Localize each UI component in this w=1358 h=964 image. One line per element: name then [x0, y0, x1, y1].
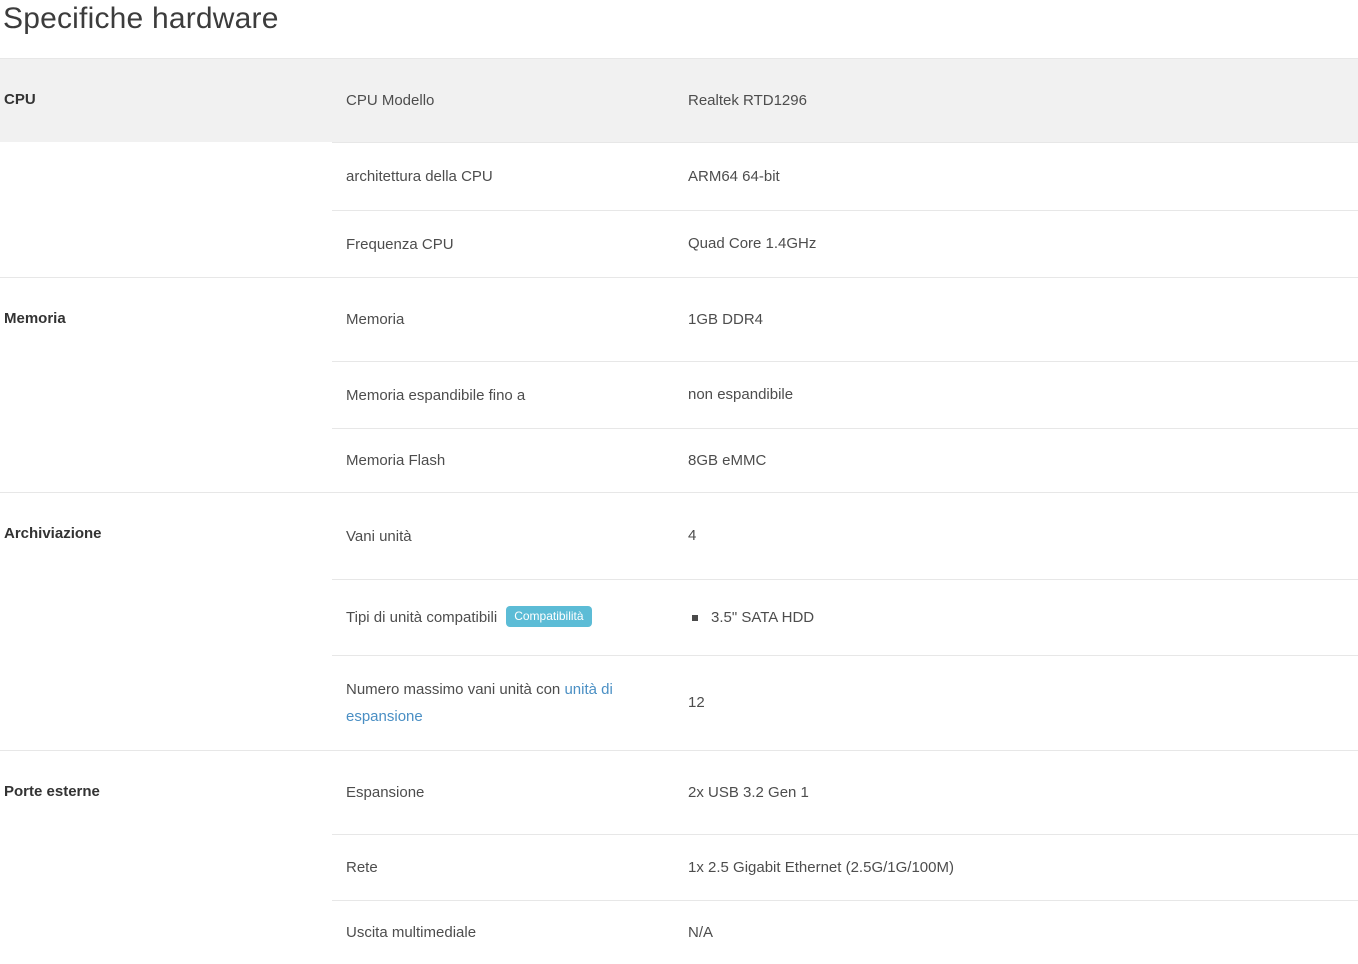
spec-row-compatible-drive-types: Tipi di unità compatibili Compatibilità 3…	[332, 579, 1358, 655]
section-memory: Memoria Memoria 1GB DDR4 Memoria espandi…	[0, 277, 1358, 492]
spec-value: Realtek RTD1296	[688, 80, 1358, 122]
spec-value: 2x USB 3.2 Gen 1	[688, 772, 1358, 814]
spec-value: 1x 2.5 Gigabit Ethernet (2.5G/1G/100M)	[688, 847, 1358, 889]
section-rows: Espansione 2x USB 3.2 Gen 1 Rete 1x 2.5 …	[332, 751, 1358, 964]
section-rows: Vani unità 4 Tipi di unità compatibili Co…	[332, 493, 1358, 750]
spec-row-memory-expandable: Memoria espandibile fino a non espandibi…	[332, 361, 1358, 428]
spec-value: non espandibile	[688, 374, 1358, 416]
spec-row-max-drive-bays-expansion: Numero massimo vani unità con unità di e…	[332, 655, 1358, 750]
spec-label: architettura della CPU	[332, 153, 688, 200]
spec-value: 3.5" SATA HDD	[688, 597, 1358, 639]
spec-row-multimedia-output: Uscita multimediale N/A	[332, 900, 1358, 964]
spec-label-text: Tipi di unità compatibili	[346, 609, 497, 626]
category-label-external-ports: Porte esterne	[0, 751, 332, 964]
hardware-spec-table: CPU CPU Modello Realtek RTD1296 architet…	[0, 58, 1358, 964]
spec-value: Quad Core 1.4GHz	[688, 223, 1358, 265]
spec-label: Uscita multimediale	[332, 909, 688, 956]
spec-row-expansion: Espansione 2x USB 3.2 Gen 1	[332, 751, 1358, 834]
spec-row-drive-bays: Vani unità 4	[332, 493, 1358, 579]
spec-value: N/A	[688, 912, 1358, 954]
page-title: Specifiche hardware	[0, 0, 1358, 36]
spec-label: Espansione	[332, 769, 688, 816]
category-label-storage: Archiviazione	[0, 493, 332, 750]
section-rows: CPU Modello Realtek RTD1296 architettura…	[332, 59, 1358, 277]
spec-value: 8GB eMMC	[688, 440, 1358, 482]
spec-row-memory: Memoria 1GB DDR4	[332, 278, 1358, 361]
square-bullet-icon	[692, 615, 698, 621]
spec-row-cpu-model: CPU Modello Realtek RTD1296	[332, 59, 1358, 142]
section-rows: Memoria 1GB DDR4 Memoria espandibile fin…	[332, 278, 1358, 492]
section-storage: Archiviazione Vani unità 4 Tipi di unità…	[0, 492, 1358, 750]
spec-row-cpu-frequency: Frequenza CPU Quad Core 1.4GHz	[332, 210, 1358, 277]
spec-value: 12	[688, 682, 1358, 724]
spec-row-cpu-architecture: architettura della CPU ARM64 64-bit	[332, 142, 1358, 210]
spec-label: Frequenza CPU	[332, 221, 688, 268]
list-item: 3.5" SATA HDD	[688, 607, 1348, 629]
spec-label: Rete	[332, 844, 688, 891]
section-external-ports: Porte esterne Espansione 2x USB 3.2 Gen …	[0, 750, 1358, 964]
spec-label: Numero massimo vani unità con unità di e…	[332, 666, 688, 740]
spec-value: ARM64 64-bit	[688, 156, 1358, 198]
spec-row-network: Rete 1x 2.5 Gigabit Ethernet (2.5G/1G/10…	[332, 834, 1358, 900]
category-label-cpu: CPU	[0, 59, 332, 277]
spec-value: 4	[688, 515, 1358, 557]
spec-label: Memoria Flash	[332, 437, 688, 484]
spec-label: CPU Modello	[332, 77, 688, 124]
section-cpu: CPU CPU Modello Realtek RTD1296 architet…	[0, 59, 1358, 277]
spec-label: Memoria	[332, 296, 688, 343]
category-label-memory: Memoria	[0, 278, 332, 492]
spec-value: 1GB DDR4	[688, 299, 1358, 341]
spec-label-text: Numero massimo vani unità con	[346, 681, 564, 698]
page: Specifiche hardware CPU CPU Modello Real…	[0, 0, 1358, 964]
spec-label: Memoria espandibile fino a	[332, 372, 688, 419]
spec-label: Tipi di unità compatibili Compatibilità	[332, 594, 688, 641]
spec-row-flash-memory: Memoria Flash 8GB eMMC	[332, 428, 1358, 492]
value-bullet-list: 3.5" SATA HDD	[688, 607, 1348, 629]
spec-label: Vani unità	[332, 513, 688, 560]
bullet-item-text: 3.5" SATA HDD	[711, 607, 814, 629]
compatibility-badge[interactable]: Compatibilità	[506, 606, 591, 627]
